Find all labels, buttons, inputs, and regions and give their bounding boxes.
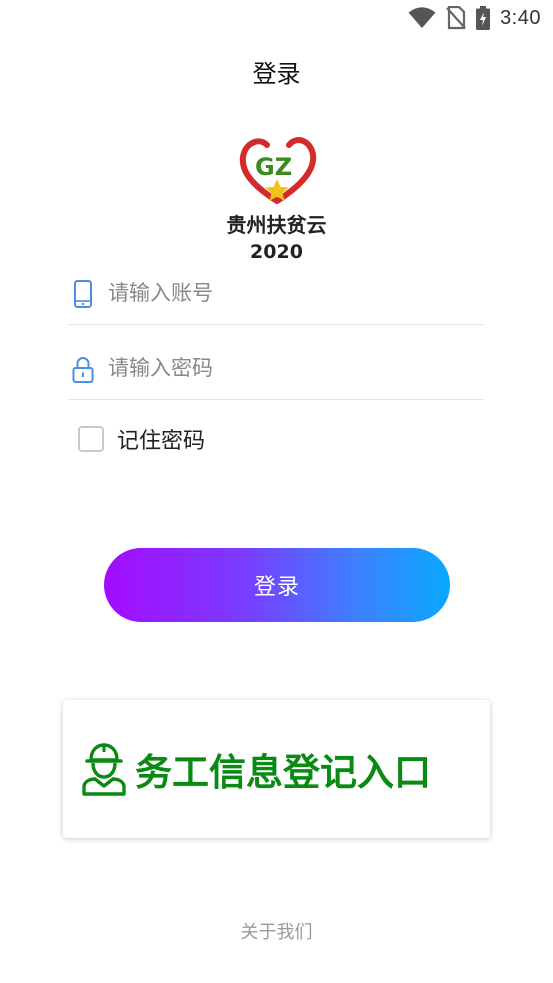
- app-logo: GZ: [239, 137, 316, 204]
- app-name: 贵州扶贫云: [226, 213, 327, 237]
- remember-checkbox[interactable]: [78, 426, 104, 452]
- worker-icon: [82, 743, 126, 796]
- status-bar: 3:40: [0, 0, 553, 38]
- phone-icon: [74, 280, 92, 308]
- lock-icon: [72, 357, 94, 383]
- login-button[interactable]: 登录: [104, 548, 450, 622]
- app-logo-block: GZ 贵州扶贫云 2020: [0, 135, 553, 265]
- wifi-icon: [408, 7, 436, 28]
- status-icons: 3:40: [408, 6, 541, 30]
- account-field[interactable]: [68, 265, 484, 325]
- battery-charging-icon: [476, 6, 491, 30]
- remember-password[interactable]: 记住密码: [78, 423, 205, 455]
- page-title: 登录: [252, 60, 301, 88]
- account-input[interactable]: [108, 275, 478, 311]
- password-input[interactable]: [108, 350, 478, 386]
- status-time: 3:40: [500, 6, 541, 29]
- worker-registration-card[interactable]: 务工信息登记入口: [63, 700, 490, 838]
- no-sim-icon: [446, 6, 466, 30]
- logo-mark-text: GZ: [255, 153, 292, 181]
- password-field[interactable]: [68, 340, 484, 400]
- about-us-link[interactable]: 关于我们: [0, 918, 553, 944]
- worker-registration-label: 务工信息登记入口: [135, 751, 431, 794]
- remember-label: 记住密码: [117, 429, 206, 454]
- app-year: 2020: [250, 241, 303, 263]
